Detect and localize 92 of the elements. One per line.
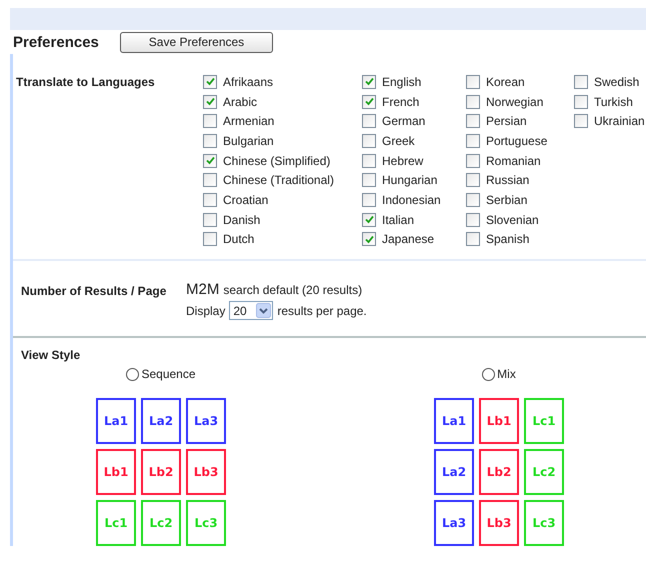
layout-tile: La3: [186, 398, 226, 444]
checkbox[interactable]: [362, 192, 376, 207]
radio-label: Sequence: [141, 367, 196, 381]
checkbox-label: German: [382, 114, 426, 128]
checkbox[interactable]: [466, 154, 480, 168]
checkbox-label: Italian: [382, 212, 414, 227]
suffix-text: results per page.: [277, 304, 367, 318]
checkbox-label: Russian: [486, 173, 530, 188]
checkbox-label: Persian: [486, 114, 527, 128]
checkbox-label: French: [382, 94, 420, 109]
layout-tile: Lc3: [186, 500, 226, 546]
checkbox-label: Indonesian: [382, 192, 441, 207]
display-label: Display: [186, 304, 226, 318]
checkbox[interactable]: [362, 154, 376, 168]
results-dropdown[interactable]: 20: [229, 301, 274, 320]
checkbox[interactable]: [203, 192, 217, 207]
checkbox[interactable]: [203, 173, 217, 188]
checkbox[interactable]: [203, 212, 217, 227]
checkbox-label: Korean: [486, 74, 525, 89]
layout-tile: Lb3: [186, 449, 226, 495]
checkbox[interactable]: [362, 134, 376, 148]
checkbox-label: English: [382, 74, 422, 89]
layout-tile: Lc1: [524, 398, 564, 444]
layout-tile: Lc1: [96, 500, 136, 546]
checkbox[interactable]: [466, 192, 480, 207]
checkbox-label: Portuguese: [486, 134, 548, 148]
checkbox[interactable]: [203, 74, 217, 89]
section-label: View Style: [21, 348, 80, 362]
layout-tile: Lc3: [524, 500, 564, 546]
page-title: Preferences: [13, 34, 100, 50]
layout-tile: Lb1: [479, 398, 519, 444]
checkbox[interactable]: [203, 232, 217, 246]
save-preferences-button[interactable]: Save Preferences: [120, 32, 273, 52]
checkbox[interactable]: [203, 114, 217, 128]
checkbox-label: Turkish: [594, 94, 633, 109]
checkbox[interactable]: [466, 134, 480, 148]
default-text: search default (20 results): [223, 283, 362, 297]
checkbox[interactable]: [466, 74, 480, 89]
layout-tile: La1: [96, 398, 136, 444]
checkbox-label: Armenian: [223, 114, 274, 128]
checkbox-label: Bulgarian: [223, 134, 274, 148]
checkbox[interactable]: [203, 134, 217, 148]
checkbox[interactable]: [574, 94, 588, 109]
checkbox[interactable]: [362, 232, 376, 246]
checkbox-label: Dutch: [223, 232, 254, 246]
checkbox-label: Romanian: [486, 154, 541, 168]
checkbox[interactable]: [362, 94, 376, 109]
layout-tile: La2: [141, 398, 181, 444]
checkbox[interactable]: [466, 173, 480, 188]
checkbox-label: Japanese: [382, 232, 434, 246]
checkbox[interactable]: [574, 114, 588, 128]
brand-text: M2M: [186, 281, 220, 298]
checkbox-label: Danish: [223, 212, 260, 227]
checkbox-label: Chinese (Traditional): [223, 173, 334, 188]
checkbox[interactable]: [362, 173, 376, 188]
checkbox-label: Hebrew: [382, 154, 424, 168]
layout-tile: La1: [434, 398, 474, 444]
checkbox-label: Serbian: [486, 192, 528, 207]
section-label: Number of Results / Page: [21, 283, 168, 300]
checkbox-label: Slovenian: [486, 212, 539, 227]
checkbox-label: Norwegian: [486, 94, 544, 109]
radio-button[interactable]: [482, 368, 496, 380]
radio-label: Mix: [497, 367, 516, 381]
layout-tile: Lb2: [141, 449, 181, 495]
checkbox-label: Spanish: [486, 232, 530, 246]
checkbox[interactable]: [466, 232, 480, 246]
checkbox[interactable]: [466, 94, 480, 109]
layout-tile: Lb3: [479, 500, 519, 546]
radio-button[interactable]: [126, 368, 140, 380]
layout-tile: Lc2: [141, 500, 181, 546]
layout-tile: La2: [434, 449, 474, 495]
checkbox-label: Hungarian: [382, 173, 438, 188]
checkbox[interactable]: [466, 212, 480, 227]
checkbox[interactable]: [203, 154, 217, 168]
checkbox-label: Greek: [382, 134, 415, 148]
section-label: Ttranslate to Languages: [16, 74, 156, 91]
layout-tile: Lb1: [96, 449, 136, 495]
checkbox-label: Croatian: [223, 192, 268, 207]
checkbox[interactable]: [362, 74, 376, 89]
checkbox-label: Arabic: [223, 94, 258, 109]
checkbox-label: Afrikaans: [223, 74, 274, 89]
checkbox-label: Ukrainian: [594, 114, 645, 128]
layout-tile: Lb2: [479, 449, 519, 495]
layout-tile: La3: [434, 500, 474, 546]
checkbox[interactable]: [203, 94, 217, 109]
checkbox[interactable]: [466, 114, 480, 128]
layout-tile: Lc2: [524, 449, 564, 495]
checkbox[interactable]: [362, 212, 376, 227]
checkbox-label: Chinese (Simplified): [223, 154, 330, 168]
checkbox[interactable]: [574, 74, 588, 89]
checkbox-label: Swedish: [594, 74, 640, 89]
checkbox[interactable]: [362, 114, 376, 128]
